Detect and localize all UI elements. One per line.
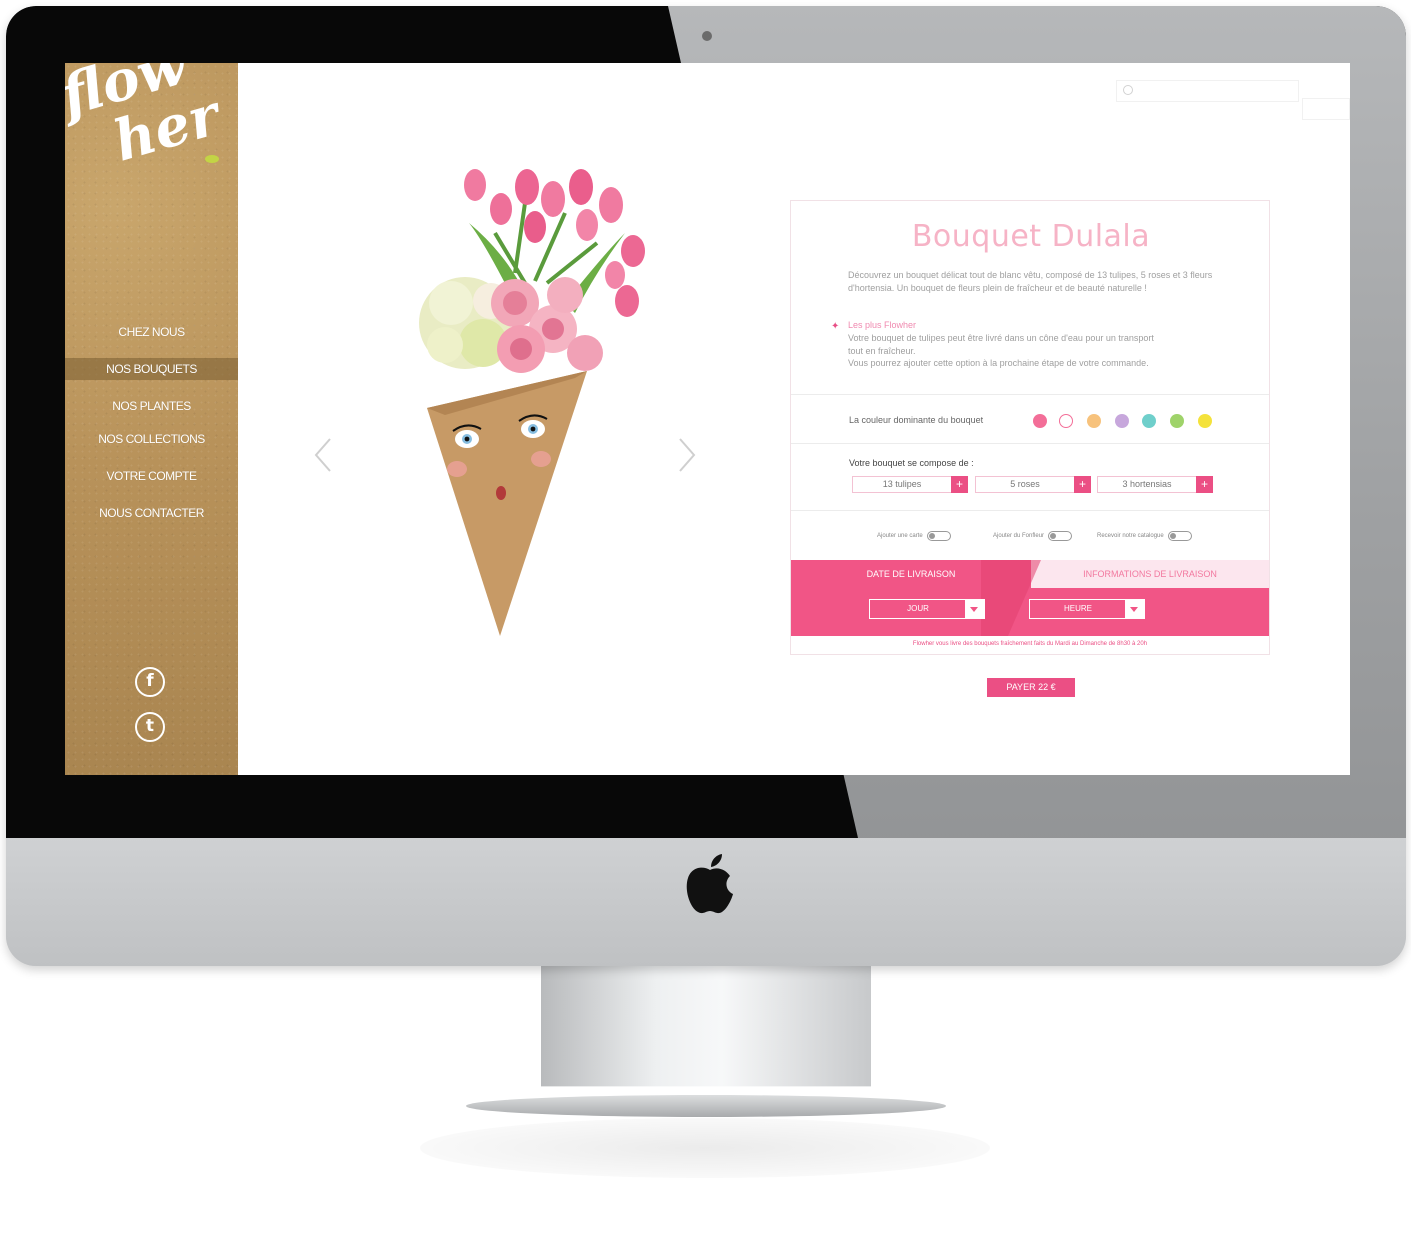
delivery-date-area: JOUR HEURE — [791, 588, 1269, 636]
nav-item-nos-collections[interactable]: NOS COLLECTIONS — [65, 428, 238, 450]
star-icon: ✦ — [831, 321, 840, 332]
divider — [791, 443, 1269, 444]
quantity-tulipes: 13 tulipes + — [852, 476, 968, 493]
option-fonfleur: Ajouter du Fonfleur — [993, 527, 1073, 541]
delivery-note: Flowher vous livre des bouquets fraîchem… — [912, 641, 1148, 647]
search-icon[interactable] — [1123, 85, 1133, 95]
imac-mockup: flow her CHEZ NOUS NOS BOUQUETS NOS PLAN… — [0, 0, 1411, 1253]
option-carte: Ajouter une carte — [877, 527, 951, 541]
color-swatch-lilac[interactable] — [1115, 414, 1129, 428]
nav-item-chez-nous[interactable]: CHEZ NOUS — [65, 321, 238, 343]
toggle-switch[interactable] — [926, 530, 951, 541]
color-swatch-white[interactable] — [1059, 414, 1073, 428]
nav-item-votre-compte[interactable]: VOTRE COMPTE — [65, 465, 238, 487]
apple-logo-icon — [686, 854, 733, 914]
previous-arrow-icon[interactable] — [310, 435, 338, 475]
main-nav: CHEZ NOUS NOS BOUQUETS NOS PLANTES NOS C… — [65, 321, 238, 539]
color-swatch-green[interactable] — [1170, 414, 1184, 428]
colors-label: La couleur dominante du bouquet — [849, 415, 984, 425]
nav-item-nos-plantes[interactable]: NOS PLANTES — [65, 395, 238, 417]
color-swatch-pink[interactable] — [1033, 414, 1047, 428]
compose-label: Votre bouquet se compose de : — [849, 458, 974, 468]
pay-button[interactable]: PAYER 22 € — [987, 678, 1075, 697]
toggle-switch[interactable] — [1167, 530, 1192, 541]
plus-text: Votre bouquet de tulipes peut être livré… — [848, 333, 1154, 368]
divider — [791, 394, 1269, 395]
add-hortensias-button[interactable]: + — [1196, 476, 1213, 493]
chevron-down-icon — [1125, 600, 1144, 618]
product-title: Bouquet Dulala — [911, 219, 1151, 254]
color-swatch-orange[interactable] — [1087, 414, 1101, 428]
nav-item-nous-contacter[interactable]: NOUS CONTACTER — [65, 502, 238, 524]
imac-stand — [541, 966, 871, 1087]
hour-select[interactable]: HEURE — [1029, 599, 1145, 619]
search-input[interactable] — [1143, 83, 1263, 99]
stand-shadow — [420, 1118, 990, 1178]
search-button[interactable] — [1302, 98, 1350, 120]
add-roses-button[interactable]: + — [1074, 476, 1091, 493]
facebook-icon[interactable]: f — [135, 667, 165, 697]
product-panel: Bouquet Dulala Découvrez un bouquet déli… — [790, 200, 1270, 655]
website-screen: flow her CHEZ NOUS NOS BOUQUETS NOS PLAN… — [65, 63, 1350, 775]
divider — [791, 510, 1269, 511]
toggle-switch[interactable] — [1048, 530, 1073, 541]
bouquet-cone-illustration — [419, 169, 645, 636]
sidebar: flow her CHEZ NOUS NOS BOUQUETS NOS PLAN… — [65, 63, 238, 775]
option-catalogue: Recevoir notre catalogue — [1097, 527, 1192, 541]
twitter-icon[interactable]: t — [135, 712, 165, 742]
monitor-chin — [6, 838, 1406, 966]
imac-monitor: flow her CHEZ NOUS NOS BOUQUETS NOS PLAN… — [6, 6, 1406, 966]
tab-informations-livraison[interactable]: INFORMATIONS DE LIVRAISON — [1031, 560, 1269, 588]
quantity-roses: 5 roses + — [975, 476, 1091, 493]
nav-item-nos-bouquets[interactable]: NOS BOUQUETS — [65, 358, 238, 380]
add-tulipes-button[interactable]: + — [951, 476, 968, 493]
chevron-down-icon — [965, 600, 984, 618]
imac-stand-foot — [466, 1095, 946, 1117]
color-swatch-teal[interactable] — [1142, 414, 1156, 428]
search-box — [1116, 80, 1350, 120]
quantity-hortensias: 3 hortensias + — [1097, 476, 1213, 493]
day-select[interactable]: JOUR — [869, 599, 985, 619]
plus-title: Les plus Flowher — [848, 320, 917, 330]
flowher-logo[interactable]: flow her — [65, 63, 226, 203]
camera-icon — [702, 31, 712, 41]
color-swatch-yellow[interactable] — [1198, 414, 1212, 428]
logo-leaf-icon — [205, 155, 219, 163]
product-description: Découvrez un bouquet délicat tout de bla… — [848, 270, 1213, 293]
